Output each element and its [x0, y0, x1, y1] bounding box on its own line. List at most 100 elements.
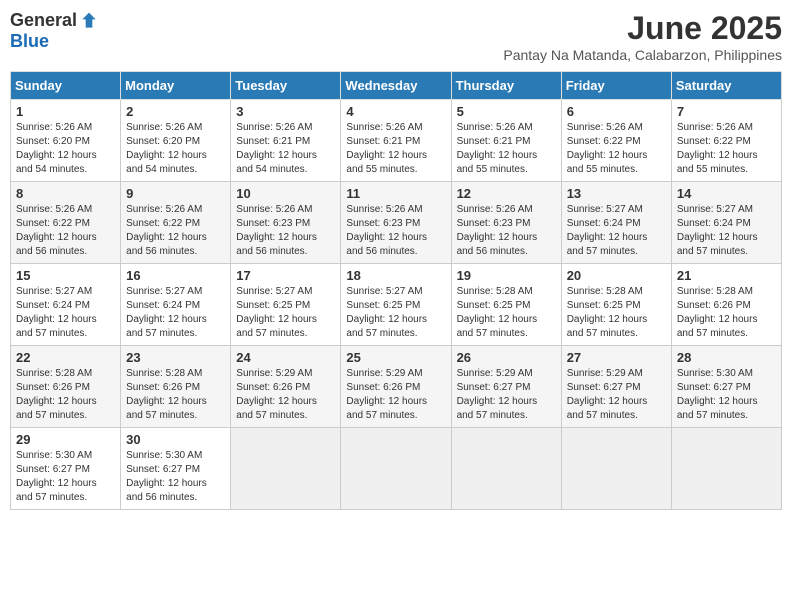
- sunset-label: Sunset: 6:26 PM: [16, 382, 90, 393]
- day-info: Sunrise: 5:28 AM Sunset: 6:25 PM Dayligh…: [457, 285, 556, 341]
- day-number: 4: [346, 104, 445, 119]
- day-number: 18: [346, 268, 445, 283]
- header-wednesday: Wednesday: [341, 72, 451, 100]
- empty-cell: [561, 428, 671, 510]
- day-number: 1: [16, 104, 115, 119]
- day-info: Sunrise: 5:26 AM Sunset: 6:22 PM Dayligh…: [16, 203, 115, 259]
- daylight-label: Daylight: 12 hours and 56 minutes.: [126, 232, 207, 257]
- sunrise-label: Sunrise: 5:26 AM: [16, 204, 92, 215]
- sunrise-label: Sunrise: 5:29 AM: [346, 368, 422, 379]
- day-cell: 6 Sunrise: 5:26 AM Sunset: 6:22 PM Dayli…: [561, 100, 671, 182]
- daylight-label: Daylight: 12 hours and 55 minutes.: [677, 150, 758, 175]
- day-cell: 4 Sunrise: 5:26 AM Sunset: 6:21 PM Dayli…: [341, 100, 451, 182]
- day-info: Sunrise: 5:27 AM Sunset: 6:24 PM Dayligh…: [567, 203, 666, 259]
- day-cell: 18 Sunrise: 5:27 AM Sunset: 6:25 PM Dayl…: [341, 264, 451, 346]
- day-number: 17: [236, 268, 335, 283]
- daylight-label: Daylight: 12 hours and 54 minutes.: [126, 150, 207, 175]
- day-info: Sunrise: 5:26 AM Sunset: 6:22 PM Dayligh…: [677, 121, 776, 177]
- sunset-label: Sunset: 6:21 PM: [457, 136, 531, 147]
- day-cell: 9 Sunrise: 5:26 AM Sunset: 6:22 PM Dayli…: [121, 182, 231, 264]
- sunrise-label: Sunrise: 5:29 AM: [567, 368, 643, 379]
- day-number: 21: [677, 268, 776, 283]
- header-row: Sunday Monday Tuesday Wednesday Thursday…: [11, 72, 782, 100]
- day-number: 16: [126, 268, 225, 283]
- sunrise-label: Sunrise: 5:26 AM: [346, 122, 422, 133]
- sunrise-label: Sunrise: 5:28 AM: [126, 368, 202, 379]
- sunrise-label: Sunrise: 5:27 AM: [16, 286, 92, 297]
- sunrise-label: Sunrise: 5:26 AM: [677, 122, 753, 133]
- daylight-label: Daylight: 12 hours and 56 minutes.: [346, 232, 427, 257]
- day-cell: 26 Sunrise: 5:29 AM Sunset: 6:27 PM Dayl…: [451, 346, 561, 428]
- day-info: Sunrise: 5:26 AM Sunset: 6:22 PM Dayligh…: [567, 121, 666, 177]
- calendar-row: 8 Sunrise: 5:26 AM Sunset: 6:22 PM Dayli…: [11, 182, 782, 264]
- sunrise-label: Sunrise: 5:30 AM: [16, 450, 92, 461]
- daylight-label: Daylight: 12 hours and 54 minutes.: [16, 150, 97, 175]
- day-number: 26: [457, 350, 556, 365]
- empty-cell: [341, 428, 451, 510]
- page-header: General Blue June 2025 Pantay Na Matanda…: [10, 10, 782, 63]
- day-cell: 28 Sunrise: 5:30 AM Sunset: 6:27 PM Dayl…: [671, 346, 781, 428]
- day-info: Sunrise: 5:27 AM Sunset: 6:24 PM Dayligh…: [126, 285, 225, 341]
- month-title: June 2025: [503, 10, 782, 47]
- sunrise-label: Sunrise: 5:27 AM: [236, 286, 312, 297]
- day-info: Sunrise: 5:27 AM Sunset: 6:24 PM Dayligh…: [16, 285, 115, 341]
- day-number: 27: [567, 350, 666, 365]
- sunrise-label: Sunrise: 5:27 AM: [126, 286, 202, 297]
- sunset-label: Sunset: 6:25 PM: [567, 300, 641, 311]
- day-cell: 8 Sunrise: 5:26 AM Sunset: 6:22 PM Dayli…: [11, 182, 121, 264]
- calendar-header: Sunday Monday Tuesday Wednesday Thursday…: [11, 72, 782, 100]
- daylight-label: Daylight: 12 hours and 56 minutes.: [16, 232, 97, 257]
- logo: General Blue: [10, 10, 99, 52]
- sunset-label: Sunset: 6:27 PM: [457, 382, 531, 393]
- sunset-label: Sunset: 6:26 PM: [126, 382, 200, 393]
- header-monday: Monday: [121, 72, 231, 100]
- daylight-label: Daylight: 12 hours and 55 minutes.: [567, 150, 648, 175]
- day-number: 22: [16, 350, 115, 365]
- day-number: 2: [126, 104, 225, 119]
- sunset-label: Sunset: 6:23 PM: [346, 218, 420, 229]
- sunrise-label: Sunrise: 5:26 AM: [457, 204, 533, 215]
- day-number: 9: [126, 186, 225, 201]
- day-info: Sunrise: 5:26 AM Sunset: 6:21 PM Dayligh…: [346, 121, 445, 177]
- day-number: 6: [567, 104, 666, 119]
- day-number: 3: [236, 104, 335, 119]
- daylight-label: Daylight: 12 hours and 57 minutes.: [677, 232, 758, 257]
- sunrise-label: Sunrise: 5:28 AM: [16, 368, 92, 379]
- day-number: 5: [457, 104, 556, 119]
- sunrise-label: Sunrise: 5:27 AM: [677, 204, 753, 215]
- sunset-label: Sunset: 6:20 PM: [126, 136, 200, 147]
- daylight-label: Daylight: 12 hours and 56 minutes.: [457, 232, 538, 257]
- sunset-label: Sunset: 6:27 PM: [126, 464, 200, 475]
- daylight-label: Daylight: 12 hours and 57 minutes.: [16, 396, 97, 421]
- sunset-label: Sunset: 6:23 PM: [236, 218, 310, 229]
- sunset-label: Sunset: 6:27 PM: [677, 382, 751, 393]
- sunset-label: Sunset: 6:26 PM: [236, 382, 310, 393]
- day-cell: 23 Sunrise: 5:28 AM Sunset: 6:26 PM Dayl…: [121, 346, 231, 428]
- sunset-label: Sunset: 6:25 PM: [346, 300, 420, 311]
- empty-cell: [451, 428, 561, 510]
- day-info: Sunrise: 5:28 AM Sunset: 6:26 PM Dayligh…: [677, 285, 776, 341]
- daylight-label: Daylight: 12 hours and 57 minutes.: [346, 396, 427, 421]
- sunrise-label: Sunrise: 5:26 AM: [236, 204, 312, 215]
- daylight-label: Daylight: 12 hours and 57 minutes.: [677, 396, 758, 421]
- sunrise-label: Sunrise: 5:26 AM: [567, 122, 643, 133]
- day-cell: 24 Sunrise: 5:29 AM Sunset: 6:26 PM Dayl…: [231, 346, 341, 428]
- location-title: Pantay Na Matanda, Calabarzon, Philippin…: [503, 47, 782, 63]
- sunset-label: Sunset: 6:23 PM: [457, 218, 531, 229]
- day-info: Sunrise: 5:26 AM Sunset: 6:20 PM Dayligh…: [126, 121, 225, 177]
- sunset-label: Sunset: 6:24 PM: [567, 218, 641, 229]
- day-number: 10: [236, 186, 335, 201]
- day-info: Sunrise: 5:26 AM Sunset: 6:23 PM Dayligh…: [457, 203, 556, 259]
- sunset-label: Sunset: 6:25 PM: [457, 300, 531, 311]
- day-cell: 11 Sunrise: 5:26 AM Sunset: 6:23 PM Dayl…: [341, 182, 451, 264]
- header-tuesday: Tuesday: [231, 72, 341, 100]
- day-cell: 16 Sunrise: 5:27 AM Sunset: 6:24 PM Dayl…: [121, 264, 231, 346]
- day-info: Sunrise: 5:30 AM Sunset: 6:27 PM Dayligh…: [126, 449, 225, 505]
- day-number: 25: [346, 350, 445, 365]
- sunset-label: Sunset: 6:24 PM: [677, 218, 751, 229]
- day-cell: 15 Sunrise: 5:27 AM Sunset: 6:24 PM Dayl…: [11, 264, 121, 346]
- day-cell: 22 Sunrise: 5:28 AM Sunset: 6:26 PM Dayl…: [11, 346, 121, 428]
- sunset-label: Sunset: 6:27 PM: [16, 464, 90, 475]
- calendar-row: 22 Sunrise: 5:28 AM Sunset: 6:26 PM Dayl…: [11, 346, 782, 428]
- sunset-label: Sunset: 6:24 PM: [126, 300, 200, 311]
